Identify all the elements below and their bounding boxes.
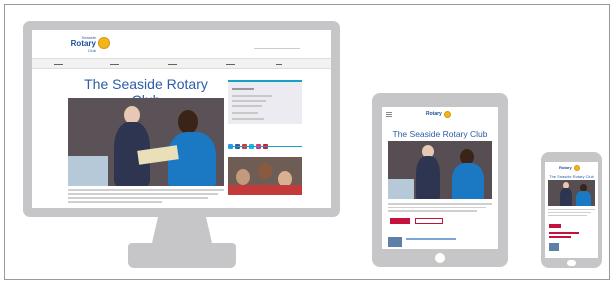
menu-icon[interactable] <box>386 112 392 113</box>
phone-hero-photo <box>548 180 595 206</box>
monitor-neck <box>152 217 212 243</box>
phone-link[interactable] <box>549 236 571 238</box>
tablet-page-title: The Seaside Rotary Club <box>392 129 488 139</box>
rotary-wheel-icon <box>444 111 451 118</box>
nav-item[interactable]: ▬▬▬ <box>168 62 177 66</box>
phone-news-thumb <box>549 243 559 251</box>
tablet-screen: Rotary The Seaside Rotary Club <box>382 107 498 249</box>
desktop-logo: Seaside Rotary Club <box>68 35 112 55</box>
nav-item[interactable]: ▬▬▬ <box>226 62 235 66</box>
tablet-home-button <box>435 253 445 263</box>
phone-primary-button[interactable] <box>549 224 561 228</box>
desktop-site-header: Seaside Rotary Club <box>32 30 331 58</box>
monitor-base <box>128 243 236 268</box>
nav-item[interactable]: ▬▬▬ <box>110 62 119 66</box>
search-input[interactable] <box>254 43 300 49</box>
phone-logo-text: Rotary <box>559 165 572 170</box>
phone-logo: Rotary <box>559 165 580 171</box>
desktop-body-text <box>68 189 224 205</box>
person-head <box>178 110 198 134</box>
desktop-hero-photo <box>68 98 224 186</box>
desktop-screen: Seaside Rotary Club ▬▬▬ ▬▬▬ ▬▬▬ ▬▬▬ ▬▬ T… <box>32 30 331 208</box>
phone-home-button <box>567 260 576 266</box>
meeting-info-box <box>228 80 302 124</box>
announcements-photo <box>228 157 302 195</box>
phone-device: Rotary The Seaside Rotary Club <box>541 152 602 268</box>
tablet-hero-photo <box>388 141 492 199</box>
quilt-detail <box>68 156 108 186</box>
tablet-news-thumb <box>388 237 402 247</box>
nav-item[interactable]: ▬▬▬ <box>54 62 63 66</box>
tablet-logo: Rotary <box>426 111 451 118</box>
tablet-body-text <box>388 203 492 214</box>
phone-page-title: The Seaside Rotary Club <box>549 174 594 179</box>
desktop-monitor: Seaside Rotary Club ▬▬▬ ▬▬▬ ▬▬▬ ▬▬▬ ▬▬ T… <box>23 21 340 217</box>
tablet-primary-button[interactable] <box>390 218 410 224</box>
logo-line-2: Rotary <box>70 39 96 48</box>
social-icons <box>228 136 270 154</box>
phone-body-text <box>548 209 595 218</box>
tablet-device: Rotary The Seaside Rotary Club <box>372 93 508 267</box>
rotary-wheel-icon <box>574 165 580 171</box>
tablet-news-link[interactable] <box>406 238 456 240</box>
rotary-wheel-icon <box>98 37 110 49</box>
logo-line-3: Club <box>87 48 96 53</box>
tablet-secondary-button[interactable] <box>415 218 443 224</box>
phone-screen: Rotary The Seaside Rotary Club <box>545 162 598 258</box>
nav-item[interactable]: ▬▬ <box>276 62 282 66</box>
desktop-nav-bar: ▬▬▬ ▬▬▬ ▬▬▬ ▬▬▬ ▬▬ <box>32 58 331 69</box>
phone-link[interactable] <box>549 232 579 234</box>
sidebar-divider <box>228 146 302 147</box>
tablet-logo-text: Rotary <box>426 111 442 117</box>
